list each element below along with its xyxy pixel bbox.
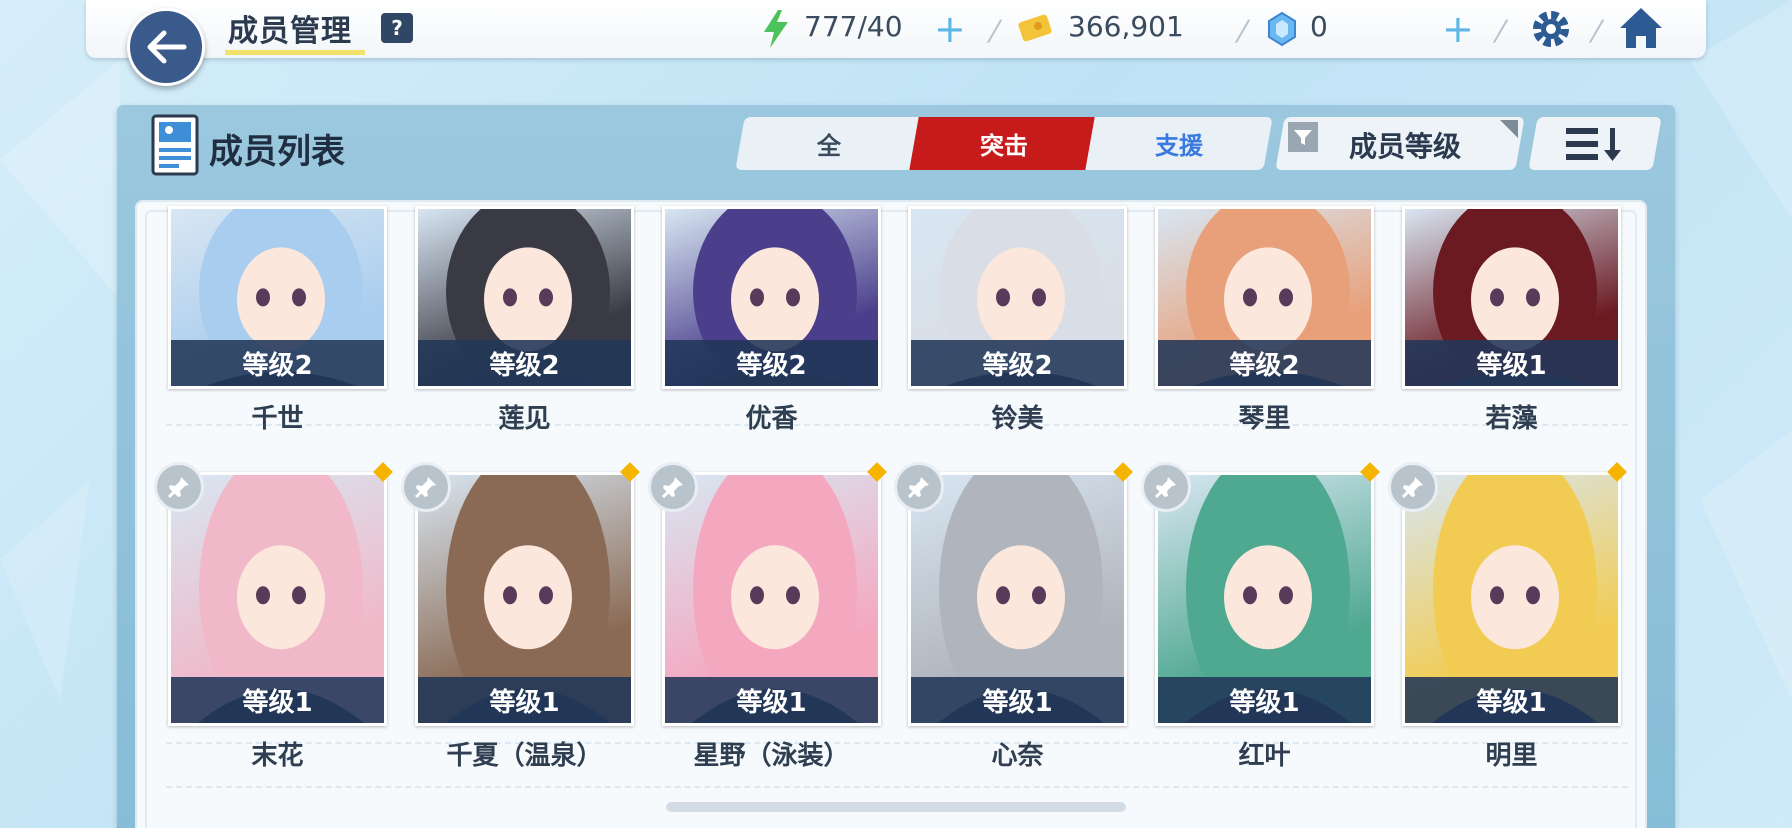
student-level: 等级2 bbox=[1158, 340, 1371, 386]
student-name: 优香 bbox=[745, 404, 798, 434]
pin-icon[interactable] bbox=[1141, 462, 1191, 512]
credits-value: 366,901 bbox=[1068, 10, 1184, 43]
student-level: 等级2 bbox=[418, 340, 631, 386]
student-portrait-frame: 等级1 bbox=[662, 472, 881, 726]
home-icon[interactable] bbox=[1618, 6, 1664, 50]
pushpin-icon bbox=[167, 477, 189, 499]
add-gems-button[interactable]: + bbox=[1442, 10, 1474, 48]
student-portrait-frame: 等级1 bbox=[1402, 472, 1621, 726]
student-level: 等级1 bbox=[1405, 677, 1618, 723]
student-level: 等级1 bbox=[171, 677, 384, 723]
student-portrait-frame: 等级2 bbox=[1155, 206, 1374, 389]
student-level: 等级1 bbox=[418, 677, 631, 723]
horizontal-scrollbar[interactable] bbox=[666, 802, 1126, 812]
stamina-value: 777/40 bbox=[804, 10, 903, 43]
filter-label: 成员等级 bbox=[1349, 130, 1462, 163]
credit-card-icon bbox=[1018, 14, 1052, 42]
corner-triangle-icon bbox=[1500, 120, 1518, 138]
pushpin-icon bbox=[907, 477, 929, 499]
member-card-icon bbox=[151, 114, 199, 176]
pushpin-icon bbox=[661, 477, 683, 499]
pushpin-icon bbox=[1154, 477, 1176, 499]
pin-icon[interactable] bbox=[648, 462, 698, 512]
add-stamina-button[interactable]: + bbox=[934, 10, 966, 48]
student-level: 等级1 bbox=[665, 677, 878, 723]
tab-support[interactable]: 支援 bbox=[1085, 117, 1273, 170]
student-portrait-frame: 等级1 bbox=[1402, 206, 1621, 389]
gear-icon[interactable] bbox=[1530, 8, 1572, 50]
student-portrait-frame: 等级2 bbox=[168, 206, 387, 389]
pushpin-icon bbox=[414, 477, 436, 499]
gem-icon bbox=[1268, 12, 1296, 46]
pushpin-icon bbox=[1401, 477, 1423, 499]
panel-title: 成员列表 bbox=[209, 132, 345, 172]
student-name: 明里 bbox=[1485, 741, 1538, 771]
gems-value: 0 bbox=[1310, 10, 1328, 43]
student-name: 星野（泳装） bbox=[693, 741, 850, 771]
student-name: 红叶 bbox=[1238, 741, 1291, 771]
student-level: 等级1 bbox=[1158, 677, 1371, 723]
tab-support-label: 支援 bbox=[1155, 132, 1203, 160]
student-name: 莲见 bbox=[498, 404, 551, 434]
tab-all[interactable]: 全 bbox=[735, 117, 923, 170]
sort-descending-icon bbox=[1566, 128, 1621, 161]
student-level: 等级1 bbox=[1405, 340, 1618, 386]
student-portrait-frame: 等级1 bbox=[415, 472, 634, 726]
student-portrait-frame: 等级1 bbox=[1155, 472, 1374, 726]
student-portrait-frame: 等级2 bbox=[415, 206, 634, 389]
student-name: 琴里 bbox=[1238, 404, 1291, 434]
filter-icon bbox=[1288, 122, 1318, 152]
pin-icon[interactable] bbox=[401, 462, 451, 512]
tab-all-label: 全 bbox=[817, 132, 841, 160]
row-divider bbox=[166, 786, 1628, 788]
student-level: 等级2 bbox=[911, 340, 1124, 386]
tab-assault-label: 突击 bbox=[980, 132, 1028, 160]
student-name: 心奈 bbox=[991, 741, 1044, 771]
back-button[interactable] bbox=[127, 8, 205, 86]
arrow-left-icon bbox=[147, 30, 187, 64]
student-level: 等级1 bbox=[911, 677, 1124, 723]
lightning-icon bbox=[764, 10, 788, 48]
pin-icon[interactable] bbox=[154, 462, 204, 512]
pin-icon[interactable] bbox=[894, 462, 944, 512]
student-level: 等级2 bbox=[665, 340, 878, 386]
student-portrait-frame: 等级2 bbox=[662, 206, 881, 389]
student-name: 末花 bbox=[251, 741, 304, 771]
student-portrait-frame: 等级2 bbox=[908, 206, 1127, 389]
tab-assault[interactable]: 突击 bbox=[909, 117, 1099, 170]
help-button[interactable]: ? bbox=[381, 13, 413, 43]
page-title: 成员管理 bbox=[228, 14, 352, 49]
student-name: 千夏（温泉） bbox=[446, 741, 603, 771]
pin-icon[interactable] bbox=[1388, 462, 1438, 512]
student-portrait-frame: 等级1 bbox=[908, 472, 1127, 726]
student-portrait-frame: 等级1 bbox=[168, 472, 387, 726]
student-name: 千世 bbox=[251, 404, 304, 434]
student-name: 铃美 bbox=[991, 404, 1044, 434]
student-level: 等级2 bbox=[171, 340, 384, 386]
student-name: 若藻 bbox=[1485, 404, 1538, 434]
title-underline bbox=[225, 50, 365, 55]
